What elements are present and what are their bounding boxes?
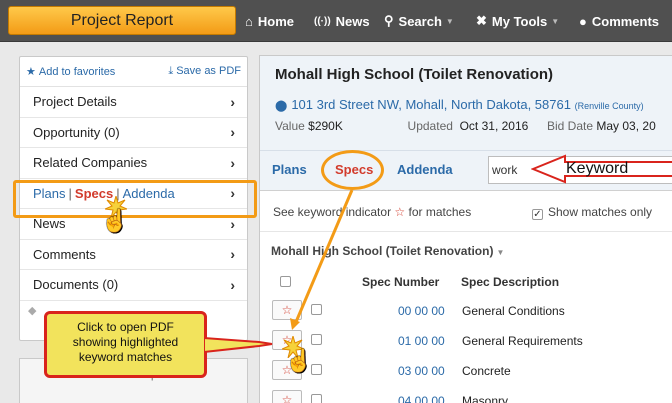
spec-number-link[interactable]: 01 00 00 (398, 334, 445, 348)
tab-plans[interactable]: Plans (272, 162, 307, 177)
chevron-down-icon: ▼ (445, 16, 454, 26)
chevron-right-icon: › (230, 124, 235, 141)
chevron-right-icon: › (230, 246, 235, 263)
table-row: ☆ 04 00 00 Masonry (260, 387, 672, 403)
select-all-checkbox[interactable] (280, 276, 291, 287)
open-pdf-callout: Click to open PDF showing highlighted ke… (44, 311, 207, 378)
news-icon: ((·)) (314, 15, 331, 27)
project-report-button[interactable]: Project Report (8, 6, 236, 35)
project-value: $290K (308, 119, 343, 133)
search-icon: ⚲ (384, 13, 394, 28)
row-checkbox[interactable] (311, 394, 322, 403)
show-matches-checkbox[interactable] (532, 209, 543, 220)
nav-home[interactable]: ⌂ Home (245, 0, 294, 42)
chevron-down-icon: ▼ (551, 16, 560, 26)
chevron-right-icon: › (230, 154, 235, 171)
pointer-hand-icon: ☝ (101, 208, 129, 233)
open-pdf-star-button[interactable]: ☆ (272, 390, 302, 403)
keyword-indicator-row: See keyword indicator ☆ for matches Show… (260, 192, 672, 232)
tools-icon: ✖ (476, 13, 487, 28)
star-icon: ★ (26, 66, 36, 78)
chevron-right-icon: › (230, 93, 235, 110)
sidebar-item-related-companies[interactable]: Related Companies › (20, 148, 247, 179)
highlight-box-plans-specs (13, 180, 257, 218)
home-icon: ⌂ (245, 13, 253, 29)
sidebar-actions: ★ Add to favorites ⤓ Save as PDF (20, 57, 247, 87)
map-pin-icon: ⬤ (275, 100, 288, 112)
download-icon: ⤓ (168, 65, 174, 77)
keyword-callout-label: Keyword (566, 160, 629, 177)
project-updated: Oct 31, 2016 (459, 119, 529, 133)
comments-icon: ● (579, 13, 587, 29)
highlight-oval-specs-tab (321, 150, 384, 190)
sidebar-item-documents[interactable]: Documents (0) › (20, 270, 247, 301)
row-checkbox[interactable] (311, 304, 322, 315)
project-title: Mohall High School (Toilet Renovation) (275, 66, 554, 83)
project-bid-date: May 03, 20 (596, 119, 656, 133)
show-matches-only-toggle[interactable]: Show matches only (532, 205, 652, 220)
tag-icon: ◆ (28, 305, 37, 317)
chevron-down-icon: ▼ (496, 248, 505, 257)
spec-section-title[interactable]: Mohall High School (Toilet Renovation) ▼ (271, 244, 504, 258)
table-row: ☆ 03 00 00 Concrete (260, 357, 672, 387)
project-info: Value $290K Updated Oct 31, 2016 Bid Dat… (275, 119, 656, 133)
nav-my-tools[interactable]: ✖ My Tools ▼ (476, 0, 559, 42)
spec-number-link[interactable]: 00 00 00 (398, 304, 445, 318)
row-checkbox[interactable] (311, 334, 322, 345)
sidebar-item-project-details[interactable]: Project Details › (20, 87, 247, 118)
top-navigation-bar: Project Report ⌂ Home ((·)) News ⚲ Search ▼ … (0, 0, 672, 42)
project-address[interactable]: ⬤ 101 3rd Street NW, Mohall, North Dakota… (275, 97, 672, 112)
sidebar-item-opportunity[interactable]: Opportunity (0) › (20, 118, 247, 148)
save-as-pdf-link[interactable]: ⤓ Save as PDF (168, 65, 241, 78)
project-header: Mohall High School (Toilet Renovation) ⬤… (260, 56, 672, 151)
sidebar-item-comments[interactable]: Comments › (20, 240, 247, 270)
nav-news[interactable]: ((·)) News (314, 0, 370, 42)
row-checkbox[interactable] (311, 364, 322, 375)
spec-number-link[interactable]: 03 00 00 (398, 364, 445, 378)
spec-number-link[interactable]: 04 00 00 (398, 394, 445, 403)
pointer-hand-icon: ☝ (285, 348, 313, 373)
table-row: ☆ 00 00 00 General Conditions (260, 297, 672, 327)
star-indicator-icon: ☆ (394, 205, 406, 219)
add-to-favorites-link[interactable]: ★ Add to favorites (26, 65, 115, 78)
nav-search[interactable]: ⚲ Search ▼ (384, 0, 454, 42)
project-main-panel: Mohall High School (Toilet Renovation) ⬤… (259, 55, 672, 403)
nav-comments[interactable]: ● Comments (579, 0, 659, 42)
spec-table-header: Spec Number Spec Description (260, 273, 672, 295)
chevron-right-icon: › (230, 276, 235, 293)
open-pdf-star-button[interactable]: ☆ (272, 300, 302, 320)
table-row: ☆ 01 00 00 General Requirements (260, 327, 672, 357)
callout-pointer-arrow (204, 336, 273, 354)
chevron-right-icon: › (230, 215, 235, 232)
tab-addenda[interactable]: Addenda (397, 162, 453, 177)
